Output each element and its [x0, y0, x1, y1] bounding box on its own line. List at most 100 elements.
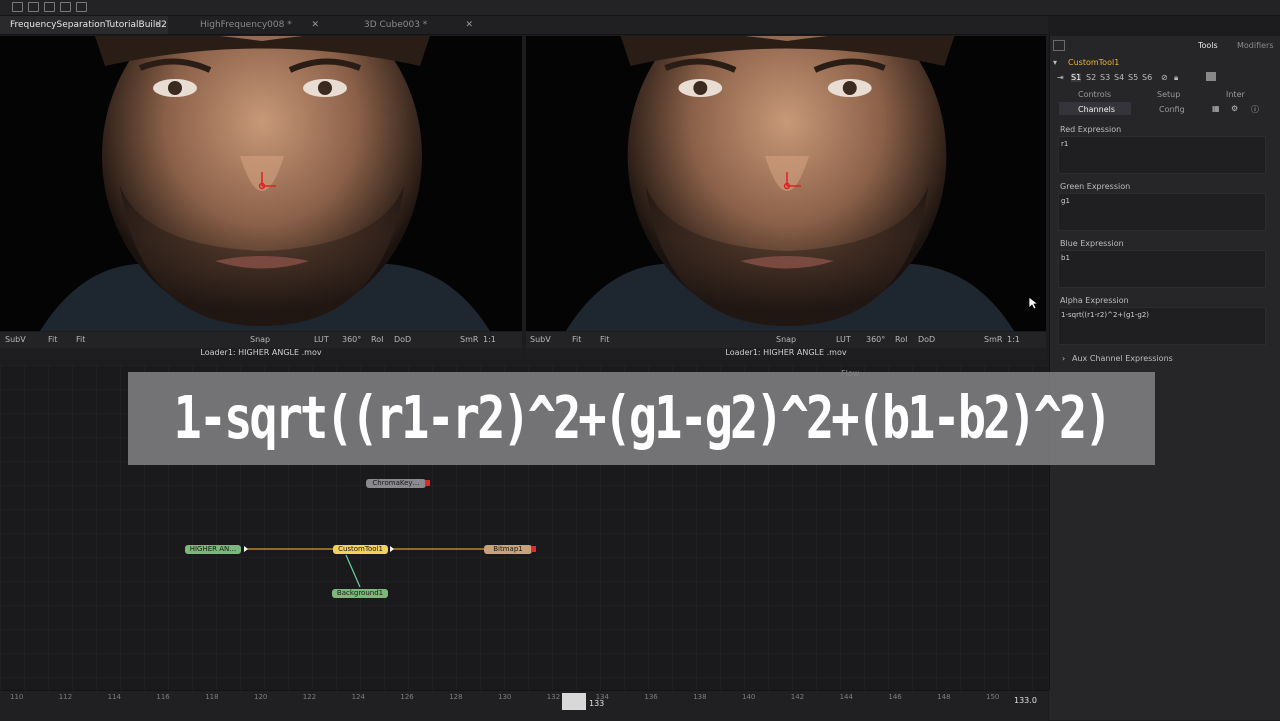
node-customtool[interactable]: CustomTool1: [333, 545, 388, 554]
color-swatch[interactable]: [1206, 72, 1216, 81]
timeline-tick: 146: [888, 693, 902, 701]
timeline-tick: 118: [205, 693, 219, 701]
timeline-tick: 142: [790, 693, 805, 701]
timeline-tick: 114: [107, 693, 121, 701]
current-frame-field[interactable]: 133.0: [1014, 696, 1037, 705]
timeline-tick: 136: [644, 693, 658, 701]
tab-composition-3[interactable]: 3D Cube003 * ✕: [354, 16, 479, 34]
tab-modifiers[interactable]: Modifiers: [1237, 41, 1274, 50]
angle-button[interactable]: 360°: [342, 335, 361, 344]
layout-icon[interactable]: [12, 2, 23, 12]
timeline-tick: 140: [742, 693, 756, 701]
viewer-right[interactable]: [526, 36, 1046, 331]
composition-tabs: FrequencySeparationTutorialBuild2 * ✕ Hi…: [0, 16, 1048, 48]
subview-button[interactable]: SubV: [530, 335, 551, 344]
output-port[interactable]: [425, 480, 430, 486]
lut-button[interactable]: LUT: [314, 335, 329, 344]
fit-button[interactable]: Fit: [572, 335, 581, 344]
fit-button[interactable]: Fit: [48, 335, 57, 344]
close-icon[interactable]: ✕: [465, 16, 473, 34]
smr-button[interactable]: SmR: [984, 335, 1002, 344]
node-loader[interactable]: HIGHER AN…: [185, 545, 241, 554]
timeline-tick: 150: [986, 693, 1000, 701]
fit-button[interactable]: Fit: [600, 335, 609, 344]
node-label: ChromaKey…: [372, 479, 420, 487]
panel-menu-icon[interactable]: [1053, 40, 1065, 51]
node-label: CustomTool1: [338, 545, 383, 553]
face-image: [0, 36, 522, 331]
timeline-tick: 128: [449, 693, 463, 701]
viewer-right-toolbar: SubV Fit Fit Snap LUT 360° RoI DoD SmR 1…: [526, 332, 1046, 348]
layout-icon[interactable]: [60, 2, 71, 12]
lut-button[interactable]: LUT: [836, 335, 851, 344]
panel-footer: [1049, 690, 1280, 720]
node-background[interactable]: Background1: [332, 589, 388, 598]
layout-icon[interactable]: [28, 2, 39, 12]
timeline-tick: 116: [156, 693, 170, 701]
tab-label: 3D Cube003 *: [364, 20, 428, 30]
tool-name: CustomTool1: [1068, 58, 1120, 67]
tab-composition-1[interactable]: FrequencySeparationTutorialBuild2 * ✕: [0, 16, 168, 48]
smr-button[interactable]: SmR: [460, 335, 478, 344]
slot-s3[interactable]: S3: [1100, 73, 1110, 82]
tab-inter[interactable]: Inter: [1226, 90, 1245, 99]
info-icon[interactable]: ⓘ: [1251, 104, 1259, 115]
dod-button[interactable]: DoD: [918, 335, 935, 344]
angle-button[interactable]: 360°: [866, 335, 885, 344]
blue-expression-label: Blue Expression: [1060, 239, 1124, 248]
node-label: HIGHER AN…: [189, 545, 237, 553]
roi-button[interactable]: RoI: [895, 335, 907, 344]
collapse-arrow-icon[interactable]: ▾: [1053, 58, 1057, 67]
red-expression-field[interactable]: r1: [1058, 136, 1266, 174]
subview-button[interactable]: SubV: [5, 335, 26, 344]
timeline-tick: 148: [937, 693, 951, 701]
layout-icon[interactable]: [44, 2, 55, 12]
snap-button[interactable]: Snap: [250, 335, 270, 344]
alpha-expression-label: Alpha Expression: [1060, 296, 1129, 305]
timeline-tick: 130: [498, 693, 512, 701]
slot-s6[interactable]: S6: [1142, 73, 1152, 82]
close-icon[interactable]: ✕: [311, 16, 319, 34]
node-label: Bitmap1: [493, 545, 523, 553]
ratio-button[interactable]: 1:1: [483, 335, 496, 344]
tab-controls[interactable]: Controls: [1078, 90, 1111, 99]
formula-banner: 1-sqrt((r1-r2)^2+(g1-g2)^2+(b1-b2)^2): [128, 372, 1155, 465]
snap-button[interactable]: Snap: [776, 335, 796, 344]
dod-button[interactable]: DoD: [394, 335, 411, 344]
bypass-icon[interactable]: ⊘: [1161, 73, 1168, 82]
blue-expression-field[interactable]: b1: [1058, 250, 1266, 288]
grid-icon[interactable]: ▦: [1212, 104, 1220, 113]
timeline-tick: 126: [400, 693, 414, 701]
node-bitmap[interactable]: Bitmap1: [484, 545, 532, 554]
green-expression-field[interactable]: g1: [1058, 193, 1266, 231]
save-icon[interactable]: [76, 2, 87, 12]
slot-s5[interactable]: S5: [1128, 73, 1138, 82]
tab-tools[interactable]: Tools: [1198, 41, 1218, 50]
slot-s1[interactable]: S1: [1071, 73, 1082, 82]
ratio-button[interactable]: 1:1: [1007, 335, 1020, 344]
close-icon[interactable]: ✕: [154, 16, 162, 34]
roi-button[interactable]: RoI: [371, 335, 383, 344]
viewer-left-toolbar: SubV Fit Fit Snap LUT 360° RoI DoD SmR 1…: [0, 332, 522, 348]
tab-composition-2[interactable]: HighFrequency008 * ✕: [190, 16, 325, 34]
tab-setup[interactable]: Setup: [1157, 90, 1180, 99]
fit-button[interactable]: Fit: [76, 335, 85, 344]
gear-icon[interactable]: ⚙: [1231, 104, 1238, 113]
flow-connections: [244, 546, 484, 588]
pin-icon[interactable]: ⇥: [1057, 73, 1064, 82]
face-image: [526, 36, 1046, 331]
node-chromakey[interactable]: ChromaKey…: [366, 479, 426, 488]
viewer-left[interactable]: [0, 36, 522, 331]
lock-icon[interactable]: 🔒︎: [1174, 73, 1178, 83]
alpha-expression-field[interactable]: 1-sqrt((r1-r2)^2+(g1-g2): [1058, 307, 1266, 345]
tab-config[interactable]: Config: [1159, 105, 1185, 114]
formula-text: 1-sqrt((r1-r2)^2+(g1-g2)^2+(b1-b2)^2): [173, 384, 1113, 453]
timeline-tick: 120: [254, 693, 268, 701]
slot-s4[interactable]: S4: [1114, 73, 1124, 82]
mouse-cursor-icon: [1028, 296, 1038, 310]
slot-s2[interactable]: S2: [1086, 73, 1096, 82]
output-port[interactable]: [531, 546, 536, 552]
playhead[interactable]: [562, 693, 586, 710]
tab-label: HighFrequency008 *: [200, 20, 292, 30]
tab-channels[interactable]: Channels: [1078, 105, 1115, 114]
